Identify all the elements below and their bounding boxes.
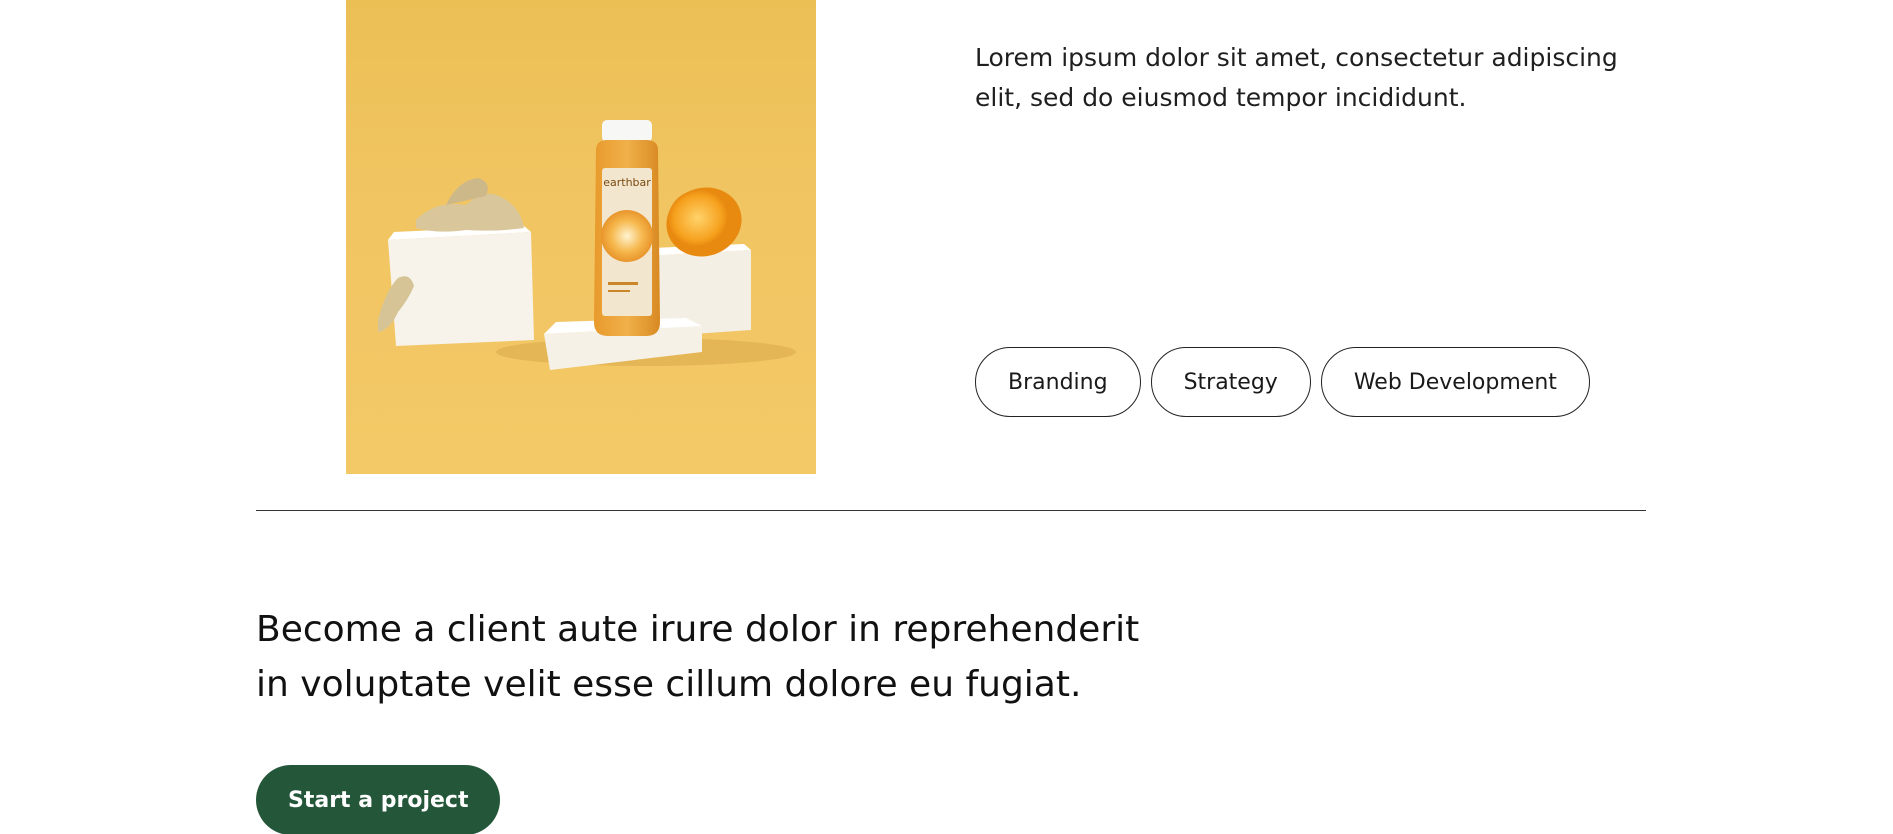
project-description: Lorem ipsum dolor sit amet, consectetur … — [975, 43, 1618, 112]
tag-strategy[interactable]: Strategy — [1150, 347, 1311, 417]
start-project-button[interactable]: Start a project — [256, 765, 501, 834]
page: earthbar Lorem ipsum dolor sit amet, con… — [0, 0, 1893, 834]
section-divider — [256, 510, 1646, 511]
tag-branding[interactable]: Branding — [975, 347, 1141, 417]
tag-web-development[interactable]: Web Development — [1320, 347, 1590, 417]
tag-list: Branding Strategy Web Development — [975, 347, 1590, 417]
cta-heading: Become a client aute irure dolor in repr… — [256, 609, 1140, 705]
bottle-brand-text: earthbar — [603, 176, 651, 189]
project-image: earthbar — [346, 0, 816, 474]
